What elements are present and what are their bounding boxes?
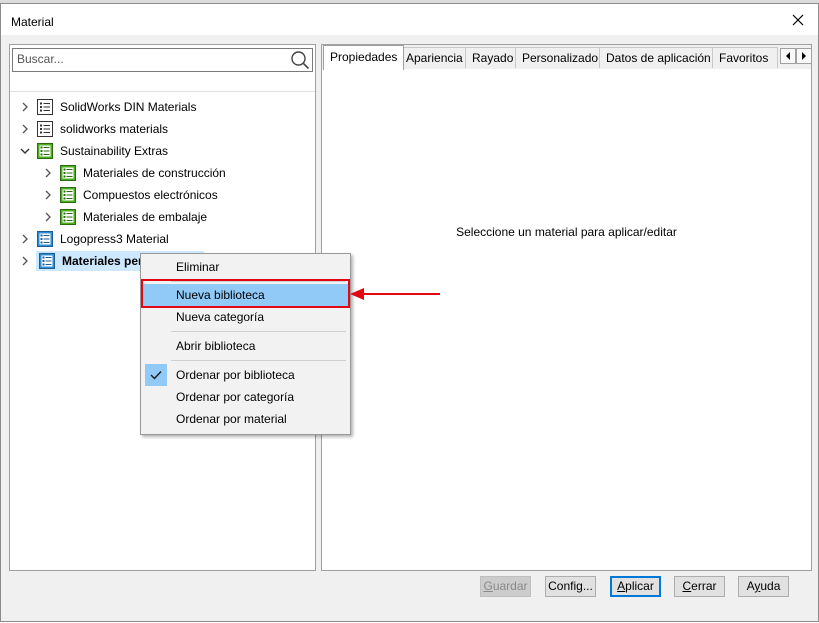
tree-item-label: Sustainability Extras [60,144,169,158]
ayuda-button[interactable]: Ayuda [738,576,789,597]
tab-apariencia[interactable]: Apariencia [399,47,470,68]
config-button[interactable]: Config... [545,576,596,597]
menu-item-eliminar[interactable]: Eliminar [143,256,348,278]
chevron-right-icon[interactable] [18,100,32,114]
tree-item-label: Compuestos electrónicos [83,188,218,202]
library-icon [37,231,53,247]
tab-rayado[interactable]: Rayado [465,47,521,68]
window-title: Material [11,15,54,29]
tab-scroll-left-button[interactable] [780,48,796,64]
chevron-down-icon[interactable] [18,144,32,158]
menu-item-ordenar-por-material[interactable]: Ordenar por material [143,408,348,430]
close-button[interactable] [778,4,818,35]
menu-item-label: Ordenar por material [176,412,287,426]
divider [10,91,315,92]
tree-item-label: Materiales pers [62,254,150,268]
menu-item-label: Ordenar por categoría [176,390,295,404]
tree-item-materiales-embalaje[interactable]: Materiales de embalaje [41,207,207,227]
menu-item-label: Nueva categoría [176,310,265,324]
library-icon [37,143,53,159]
arrow-left-icon [786,52,790,60]
aplicar-button[interactable]: Aplicar [610,576,661,597]
tree-item-solidworks-din[interactable]: SolidWorks DIN Materials [18,97,196,117]
chevron-right-icon[interactable] [41,188,55,202]
empty-state-message: Seleccione un material para aplicar/edit… [456,225,677,239]
menu-item-nueva-categoria[interactable]: Nueva categoría [143,306,348,328]
search-icon[interactable] [290,50,310,70]
tab-propiedades[interactable]: Propiedades [323,45,405,70]
tab-favoritos[interactable]: Favoritos [712,47,778,68]
tree-item-solidworks-materials[interactable]: solidworks materials [18,119,168,139]
menu-item-label: Ordenar por biblioteca [176,368,295,382]
tree-item-sustainability-extras[interactable]: Sustainability Extras [18,141,168,161]
chevron-right-icon[interactable] [41,166,55,180]
title-bar: Material [1,4,818,35]
menu-item-label: Eliminar [176,260,220,274]
chevron-right-icon[interactable] [18,232,32,246]
library-icon [37,121,53,137]
annotation-arrow-icon [350,288,440,300]
tree-item-materiales-construccion[interactable]: Materiales de construcción [41,163,226,183]
tree-item-logopress3[interactable]: Logopress3 Material [18,229,169,249]
category-icon [60,165,76,181]
tree-item-label: solidworks materials [60,122,169,136]
material-dialog: Material Soli [0,3,819,622]
tree-item-label: Logopress3 Material [60,232,169,246]
chevron-right-icon[interactable] [41,210,55,224]
tree-item-label: Materiales de embalaje [83,210,208,224]
tab-personalizado[interactable]: Personalizado [515,47,606,68]
menu-item-ordenar-por-biblioteca[interactable]: Ordenar por biblioteca [143,364,348,386]
search-box [12,48,313,72]
menu-separator [171,331,346,332]
cerrar-button[interactable]: Cerrar [674,576,725,597]
chevron-right-icon[interactable] [18,122,32,136]
category-icon [60,209,76,225]
tree-item-label: SolidWorks DIN Materials [60,100,197,114]
checkmark-icon [145,364,167,386]
tab-scroll-right-button[interactable] [796,48,812,64]
menu-item-ordenar-por-categoria[interactable]: Ordenar por categoría [143,386,348,408]
close-icon [792,14,804,25]
menu-item-label: Abrir biblioteca [176,339,256,353]
category-icon [60,187,76,203]
tree-item-compuestos-electronicos[interactable]: Compuestos electrónicos [41,185,218,205]
annotation-highlight-box [141,279,350,308]
search-input[interactable] [13,49,291,69]
guardar-button[interactable]: Guardar [480,576,531,597]
menu-separator [171,360,346,361]
tab-datos-aplicacion[interactable]: Datos de aplicación [599,47,718,68]
tab-bar: Propiedades Apariencia Rayado Personaliz… [322,45,812,70]
library-icon [39,253,55,269]
properties-pane: Propiedades Apariencia Rayado Personaliz… [321,44,812,571]
tree-item-label: Materiales de construcción [83,166,226,180]
menu-item-abrir-biblioteca[interactable]: Abrir biblioteca [143,335,348,357]
library-icon [37,99,53,115]
arrow-right-icon [802,52,806,60]
chevron-right-icon[interactable] [18,254,32,268]
